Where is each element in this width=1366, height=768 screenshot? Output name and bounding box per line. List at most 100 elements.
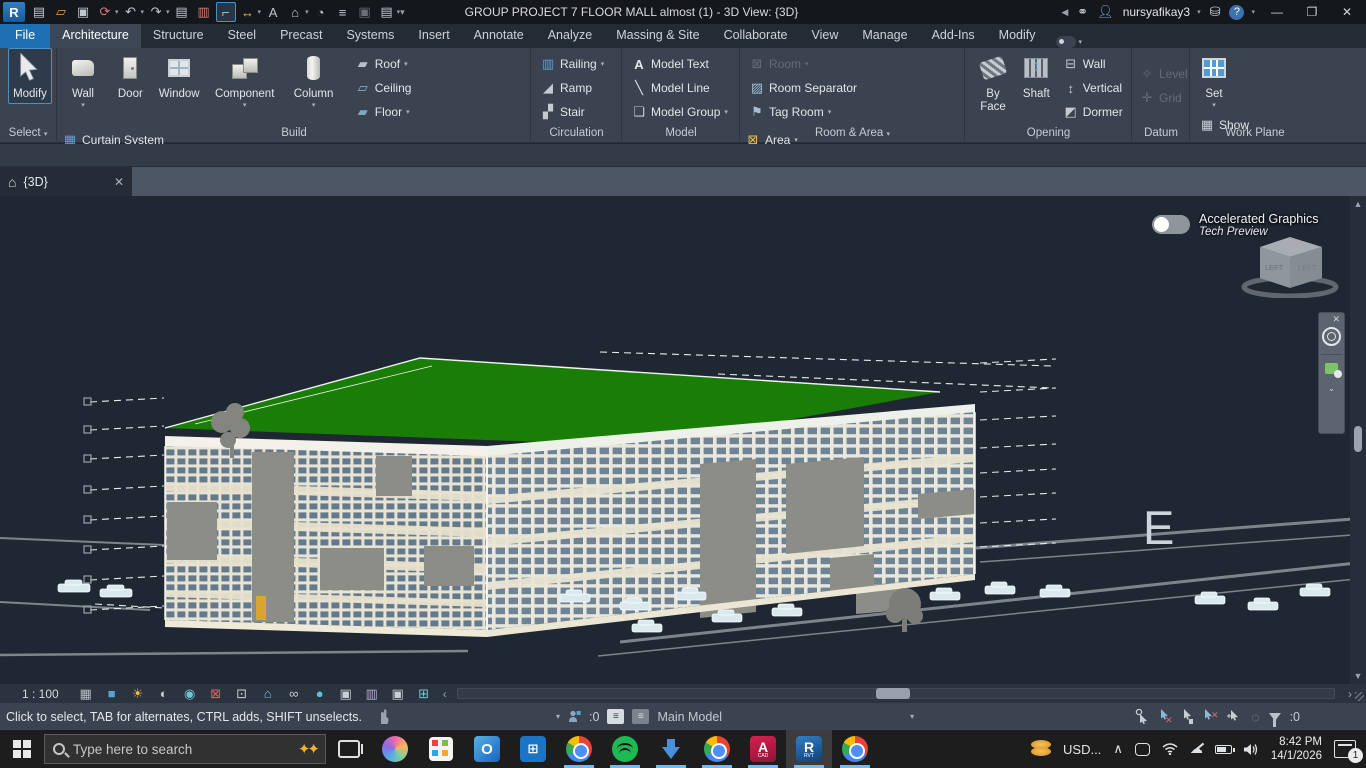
thin-lines-icon[interactable]: ≡	[333, 2, 353, 22]
search-icon[interactable]: ⚭	[1077, 4, 1088, 20]
save-icon[interactable]: ▣	[73, 2, 93, 22]
design-options-icon[interactable]: ≡	[632, 709, 649, 724]
revit-app-button[interactable]: R	[3, 2, 25, 22]
tab-add-ins[interactable]: Add-Ins	[920, 24, 987, 48]
design-option-caret[interactable]: ▾	[910, 712, 914, 721]
sun-settings-icon[interactable]: ☀	[125, 685, 151, 703]
spotify-button[interactable]	[602, 730, 648, 768]
view-cube[interactable]: LEFT LEFT	[1238, 232, 1342, 298]
drag-on-selection-icon[interactable]: ◌	[1251, 709, 1259, 725]
text-icon[interactable]: A	[263, 2, 283, 22]
tab-analyze[interactable]: Analyze	[536, 24, 604, 48]
tab-manage[interactable]: Manage	[850, 24, 919, 48]
outlook-button[interactable]: O	[464, 730, 510, 768]
wall-button[interactable]: Wall▾	[66, 48, 100, 109]
vertical-scrollbar[interactable]: ▲ ▼	[1350, 196, 1366, 684]
chrome-button-3[interactable]	[832, 730, 878, 768]
model-text-button[interactable]: AModel Text	[627, 52, 732, 76]
tray-expand-icon[interactable]: ∧	[1113, 741, 1123, 757]
filter-icon[interactable]	[1269, 713, 1281, 721]
model-3d-view[interactable]: E	[0, 196, 1366, 684]
redo-caret[interactable]: ▾	[166, 8, 170, 16]
tab-systems[interactable]: Systems	[334, 24, 406, 48]
tab-collaborate[interactable]: Collaborate	[712, 24, 800, 48]
aligned-dimension-icon[interactable]: ↔	[238, 2, 258, 22]
shadows-icon[interactable]: ◐	[151, 685, 177, 703]
analytical-model-icon[interactable]: ▥	[359, 685, 385, 703]
view-scale[interactable]: 1 : 100	[22, 687, 59, 701]
roof-button[interactable]: ▰Roof▾	[351, 52, 425, 76]
tab-file[interactable]: File	[0, 24, 50, 48]
column-button[interactable]: Column▾	[294, 48, 334, 109]
speaker-icon[interactable]	[1244, 743, 1259, 756]
undo-icon[interactable]: ↶	[121, 2, 141, 22]
tab-massing-site[interactable]: Massing & Site	[604, 24, 711, 48]
help-icon[interactable]: ?	[1229, 5, 1244, 20]
reveal-hidden-icon[interactable]: ∞	[281, 685, 307, 703]
select-underlay-icon[interactable]: ✕	[1158, 709, 1173, 724]
tab-modify[interactable]: Modify	[987, 24, 1048, 48]
ramp-button[interactable]: ◢Ramp	[536, 76, 608, 100]
locked-view-icon[interactable]: ▣	[385, 685, 411, 703]
select-by-face-icon[interactable]	[1227, 709, 1242, 724]
qat-customize-caret[interactable]: ▾	[400, 7, 405, 18]
store-button[interactable]	[418, 730, 464, 768]
wifi-icon[interactable]	[1162, 743, 1178, 755]
autocad-button[interactable]: ACAD	[740, 730, 786, 768]
tab-annotate[interactable]: Annotate	[462, 24, 536, 48]
chrome-button-1[interactable]	[556, 730, 602, 768]
railing-button[interactable]: ▥Railing▾	[536, 52, 608, 76]
select-pinned-x-icon[interactable]: ✕	[1203, 709, 1218, 724]
download-app-button[interactable]	[648, 730, 694, 768]
section-icon[interactable]: ◔	[311, 2, 331, 22]
door-button[interactable]: Door	[113, 48, 147, 101]
set-button[interactable]: Set▾	[1197, 48, 1231, 109]
minimize-button[interactable]: —	[1264, 5, 1290, 19]
user-caret[interactable]: ▾	[1197, 8, 1201, 16]
view-tab-close-icon[interactable]: ✕	[114, 175, 124, 189]
displacement-icon[interactable]: ⊞	[411, 685, 437, 703]
component-button[interactable]: Component▾	[215, 48, 274, 109]
tab-precast[interactable]: Precast	[268, 24, 334, 48]
temporary-hide-icon[interactable]: ●	[307, 685, 333, 703]
navigation-bar[interactable]: ✕ ⌄	[1318, 312, 1345, 434]
horizontal-scroll-thumb[interactable]	[876, 688, 910, 699]
default-3d-view-icon[interactable]: ⌂	[285, 2, 305, 22]
ribbon-display-toggle[interactable]: ▾	[1056, 36, 1083, 48]
properties-icon[interactable]: ▤	[29, 2, 49, 22]
tab-steel[interactable]: Steel	[216, 24, 269, 48]
render-icon[interactable]: ◉	[177, 685, 203, 703]
measure-icon[interactable]: ⌐	[216, 2, 236, 22]
onedrive-paused-icon[interactable]: ☁	[1190, 741, 1203, 757]
select-pinned-icon[interactable]	[1182, 709, 1194, 724]
scroll-down-icon[interactable]: ▼	[1350, 671, 1366, 681]
model-group-button[interactable]: ❏Model Group▾	[627, 100, 732, 124]
navbar-close-icon[interactable]: ✕	[1332, 313, 1344, 325]
model-line-button[interactable]: ╲Model Line	[627, 76, 732, 100]
close-inactive-icon[interactable]: ▣	[355, 2, 375, 22]
dormer-opening-button[interactable]: ◩Dormer	[1059, 100, 1127, 124]
currency-label[interactable]: USD...	[1063, 742, 1101, 757]
print-icon[interactable]: ▤	[172, 2, 192, 22]
open-icon[interactable]: ▱	[51, 2, 71, 22]
resize-grip[interactable]	[1355, 692, 1364, 701]
vertical-scroll-thumb[interactable]	[1354, 426, 1362, 452]
tab-view[interactable]: View	[800, 24, 851, 48]
camera-view-icon[interactable]: ⌂	[255, 685, 281, 703]
detail-level-icon[interactable]: ▦	[73, 685, 99, 703]
accelerated-graphics-toggle[interactable]	[1152, 215, 1190, 234]
task-view-button[interactable]	[326, 730, 372, 768]
panel-label-room-area[interactable]: Room & Area ▾	[741, 127, 964, 142]
visual-style-icon[interactable]: ■	[99, 685, 125, 703]
copilot-button[interactable]	[372, 730, 418, 768]
start-button[interactable]	[0, 730, 44, 768]
taskbar-clock[interactable]: 8:42 PM 14/1/2026	[1271, 735, 1322, 764]
window-button[interactable]: Window	[159, 48, 200, 101]
floor-button[interactable]: ▰Floor▾	[351, 100, 425, 124]
vertical-opening-button[interactable]: ↕Vertical	[1059, 76, 1127, 100]
room-separator-button[interactable]: ▨Room Separator	[745, 76, 867, 100]
elevation-marker-e[interactable]: E	[1143, 501, 1174, 554]
ceiling-button[interactable]: ▱Ceiling	[351, 76, 425, 100]
stair-button[interactable]: ▞Stair	[536, 100, 608, 124]
taskbar-search[interactable]: Type here to search ✦✦	[44, 734, 326, 764]
